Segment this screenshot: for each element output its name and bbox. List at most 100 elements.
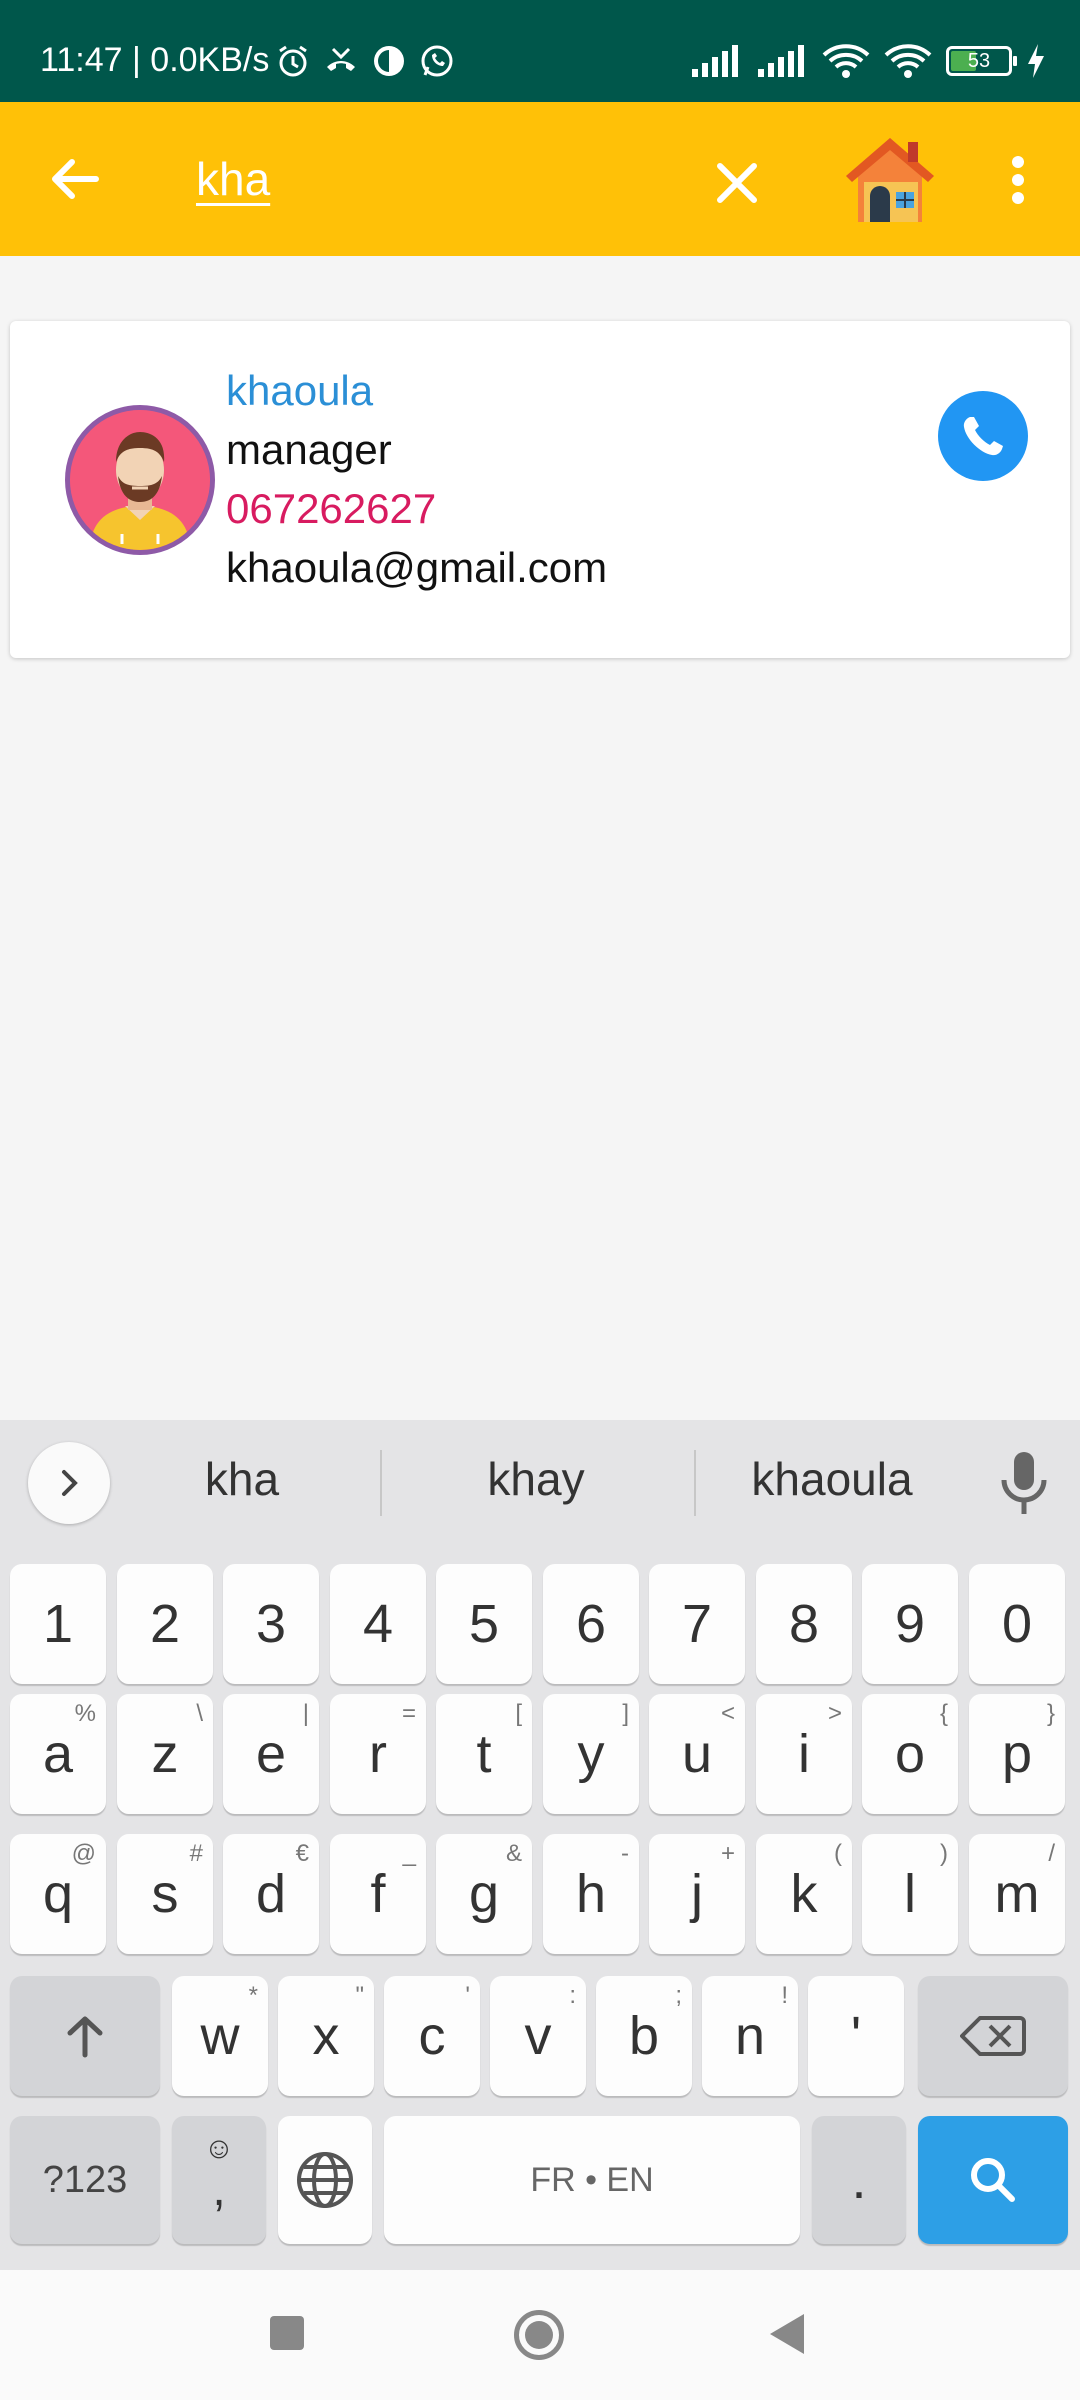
key-apostrophe[interactable]: ' — [808, 1976, 904, 2096]
suggestion-3[interactable]: khaoula — [702, 1452, 962, 1506]
key-1[interactable]: 1 — [10, 1564, 106, 1684]
key-d[interactable]: d € — [223, 1834, 319, 1954]
key-s[interactable]: s # — [117, 1834, 213, 1954]
key-5[interactable]: 5 — [436, 1564, 532, 1684]
key-2[interactable]: 2 — [117, 1564, 213, 1684]
key-8[interactable]: 8 — [756, 1564, 852, 1684]
battery-icon: 53 — [946, 46, 1017, 76]
key-3[interactable]: 3 — [223, 1564, 319, 1684]
system-nav-bar — [0, 2270, 1080, 2400]
key-x[interactable]: x " — [278, 1976, 374, 2096]
key-6[interactable]: 6 — [543, 1564, 639, 1684]
key-w[interactable]: w * — [172, 1976, 268, 2096]
key-s-label: s — [151, 1864, 179, 1924]
key-j[interactable]: j + — [649, 1834, 745, 1954]
home-button[interactable] — [514, 2310, 564, 2360]
key-r-hint: = — [401, 1700, 416, 1727]
key-a-hint: % — [74, 1700, 96, 1727]
key-v[interactable]: v: — [490, 1976, 586, 2096]
key-i[interactable]: i > — [756, 1694, 852, 1814]
signal-icon — [692, 45, 738, 77]
key-k[interactable]: k( — [756, 1834, 852, 1954]
key-u[interactable]: u < — [649, 1694, 745, 1814]
key-u-label: u — [681, 1724, 713, 1784]
language-key[interactable] — [278, 2116, 372, 2244]
backspace-icon — [960, 2016, 1026, 2056]
key-t[interactable]: t[ — [436, 1694, 532, 1814]
call-button[interactable] — [938, 391, 1028, 481]
suggestion-2[interactable]: khay — [406, 1452, 666, 1506]
keyboard-expand-button[interactable] — [28, 1442, 110, 1524]
key-p[interactable]: p} — [969, 1694, 1065, 1814]
key-b[interactable]: b; — [596, 1976, 692, 2096]
key-q[interactable]: q @ — [10, 1834, 106, 1954]
key-v-hint: : — [569, 1982, 576, 2009]
recents-button[interactable] — [270, 2316, 304, 2350]
key-y[interactable]: y] — [543, 1694, 639, 1814]
key-a[interactable]: a% — [10, 1694, 106, 1814]
search-icon — [971, 2158, 1015, 2202]
space-key[interactable]: FR • EN — [384, 2116, 800, 2244]
emoji-comma-key[interactable]: ☺ , — [172, 2116, 266, 2244]
emoji-icon: ☺ — [203, 2132, 235, 2165]
whatsapp-icon — [421, 45, 453, 77]
key-h[interactable]: h- — [543, 1834, 639, 1954]
back-arrow-icon[interactable] — [40, 144, 110, 214]
key-9-label: 9 — [894, 1594, 926, 1654]
chevron-right-icon — [62, 1470, 78, 1496]
key-d-label: d — [255, 1864, 287, 1924]
suggestion-1[interactable]: kha — [112, 1452, 372, 1506]
key-m-label: m — [994, 1864, 1040, 1924]
key-9[interactable]: 9 — [862, 1564, 958, 1684]
key-x-label: x — [312, 2006, 340, 2066]
key-e[interactable]: e | — [223, 1694, 319, 1814]
symbols-key[interactable]: ?123 — [10, 2116, 160, 2244]
status-bar: 11:47 | 0.0KB/s 53 — [0, 0, 1080, 102]
key-k-hint: ( — [834, 1840, 842, 1867]
key-f[interactable]: f _ — [330, 1834, 426, 1954]
back-button[interactable] — [770, 2314, 804, 2354]
alarm-icon — [279, 45, 307, 77]
key-r[interactable]: r = — [330, 1694, 426, 1814]
key-o[interactable]: o{ — [862, 1694, 958, 1814]
key-7[interactable]: 7 — [649, 1564, 745, 1684]
backspace-key[interactable] — [918, 1976, 1068, 2096]
status-icons-right: 53 — [690, 38, 1046, 84]
key-z-label: z — [151, 1724, 179, 1784]
search-input[interactable] — [196, 146, 676, 212]
key-m-hint: / — [1048, 1840, 1055, 1867]
key-o-label: o — [894, 1724, 926, 1784]
key-c-label: c — [418, 2006, 446, 2066]
key-l[interactable]: l) — [862, 1834, 958, 1954]
key-g[interactable]: g & — [436, 1834, 532, 1954]
contact-card[interactable]: khaoula manager 067262627 khaoula@gmail.… — [10, 321, 1070, 658]
search-box — [196, 146, 676, 216]
key-n[interactable]: n! — [702, 1976, 798, 2096]
key-a-label: a — [42, 1724, 74, 1784]
key-n-label: n — [734, 2006, 766, 2066]
key-7-label: 7 — [681, 1594, 713, 1654]
key-g-label: g — [468, 1864, 500, 1924]
microphone-icon[interactable] — [995, 1448, 1053, 1520]
key-h-hint: - — [621, 1840, 629, 1867]
key-x-hint: " — [355, 1982, 364, 2009]
key-1-label: 1 — [42, 1594, 74, 1654]
house-icon[interactable] — [840, 130, 940, 230]
key-4-label: 4 — [362, 1594, 394, 1654]
shift-key[interactable] — [10, 1976, 160, 2096]
period-label: . — [851, 2150, 867, 2210]
key-0[interactable]: 0 — [969, 1564, 1065, 1684]
key-c[interactable]: c ' — [384, 1976, 480, 2096]
overflow-menu-button[interactable] — [990, 152, 1046, 208]
key-g-hint: & — [505, 1840, 522, 1867]
key-c-hint: ' — [465, 1982, 470, 2009]
charging-icon — [1028, 44, 1044, 78]
phone-icon — [963, 417, 1003, 456]
key-m[interactable]: m / — [969, 1834, 1065, 1954]
key-4[interactable]: 4 — [330, 1564, 426, 1684]
clear-search-icon[interactable] — [702, 148, 772, 218]
search-key[interactable] — [918, 2116, 1068, 2244]
key-z[interactable]: z \ — [117, 1694, 213, 1814]
period-key[interactable]: . — [812, 2116, 906, 2244]
key-t-label: t — [476, 1724, 492, 1784]
